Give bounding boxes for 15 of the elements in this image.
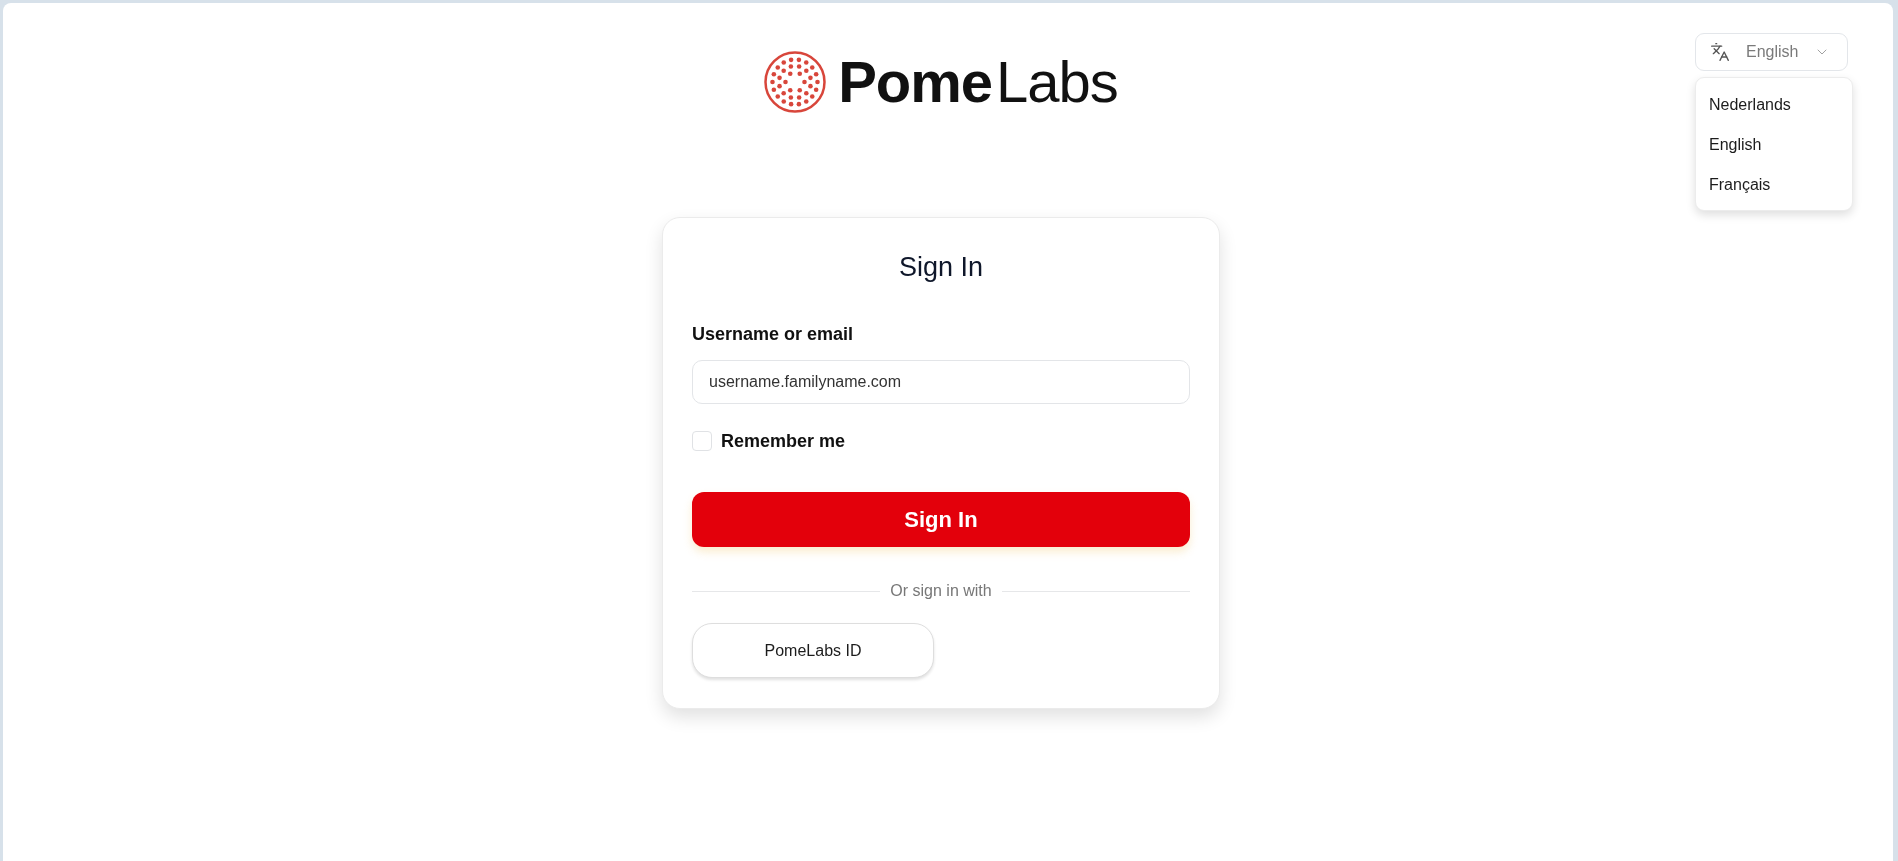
divider-label: Or sign in with [890, 581, 992, 601]
language-option[interactable]: Français [1696, 165, 1852, 205]
logo-wordmark: PomeLabs [838, 51, 1118, 113]
translate-icon [1710, 42, 1730, 62]
sign-in-title: Sign In [897, 251, 985, 284]
language-select-button[interactable]: English [1695, 33, 1848, 71]
language-option[interactable]: Nederlands [1696, 85, 1852, 125]
sign-in-button[interactable]: Sign In [692, 492, 1190, 547]
username-input[interactable]: username.familyname.com [692, 360, 1190, 404]
provider-button[interactable]: PomeLabs ID [692, 623, 934, 678]
remember-me-label[interactable]: Remember me [721, 430, 846, 452]
logo-icon [764, 51, 827, 113]
remember-me-checkbox[interactable] [692, 431, 712, 451]
language-option[interactable]: English [1696, 125, 1852, 165]
username-label: Username or email [692, 323, 855, 346]
